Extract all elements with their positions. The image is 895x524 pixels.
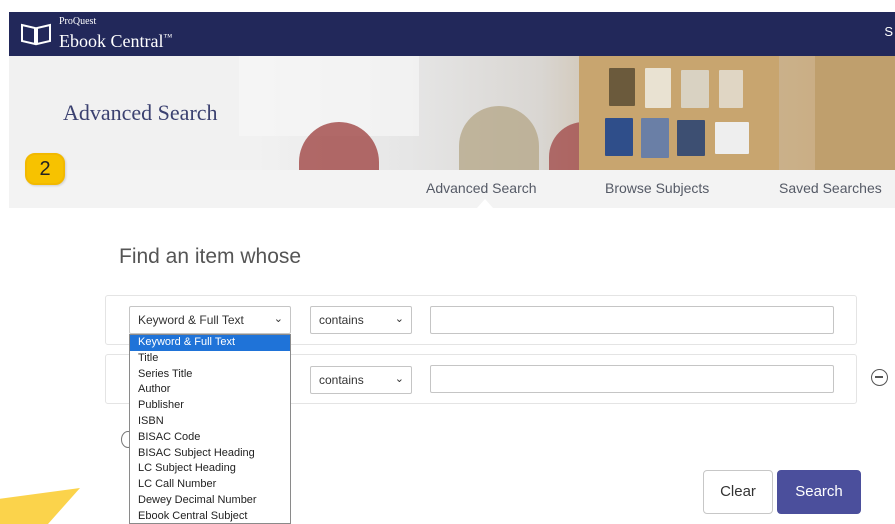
dropdown-option[interactable]: BISAC Subject Heading	[130, 446, 290, 462]
dropdown-option[interactable]: LC Call Number	[130, 477, 290, 493]
chevron-down-icon: ⌄	[394, 373, 404, 385]
operator-select-value: contains	[319, 373, 364, 387]
banner-bookshelf-graphic	[815, 56, 895, 170]
chevron-down-icon: ⌄	[273, 313, 283, 325]
dropdown-option[interactable]: Dewey Decimal Number	[130, 493, 290, 509]
dropdown-option[interactable]: ISBN	[130, 414, 290, 430]
search-term-input[interactable]	[430, 306, 834, 334]
page-header-banner: Advanced Search	[9, 56, 895, 170]
brand-name: Ebook Central™	[59, 31, 173, 51]
active-tab-indicator	[477, 199, 493, 208]
field-select-value: Keyword & Full Text	[138, 313, 244, 327]
dropdown-option[interactable]: Publisher	[130, 398, 290, 414]
banner-book-graphic	[609, 68, 635, 106]
operator-select[interactable]: contains ⌄	[310, 366, 412, 394]
search-form-heading: Find an item whose	[119, 245, 302, 268]
chevron-down-icon: ⌄	[394, 313, 404, 325]
brand-provider: ProQuest	[59, 16, 97, 27]
banner-book-graphic	[641, 118, 669, 158]
tab-advanced-search[interactable]: Advanced Search	[426, 180, 537, 196]
banner-book-graphic	[645, 68, 671, 108]
dropdown-option[interactable]: BISAC Code	[130, 430, 290, 446]
dropdown-option[interactable]: LC Subject Heading	[130, 461, 290, 477]
dropdown-option[interactable]: Author	[130, 382, 290, 398]
top-navigation-bar: ProQuest Ebook Central™ S	[9, 12, 895, 56]
search-button[interactable]: Search	[777, 470, 861, 514]
banner-book-graphic	[719, 70, 743, 108]
page-title: Advanced Search	[63, 100, 218, 125]
remove-row-icon[interactable]	[871, 369, 888, 386]
operator-select-value: contains	[319, 313, 364, 327]
field-dropdown-list: Keyword & Full Text Title Series Title A…	[129, 334, 291, 524]
banner-book-graphic	[715, 122, 749, 154]
dropdown-option[interactable]: Series Title	[130, 367, 290, 383]
tab-browse-subjects[interactable]: Browse Subjects	[605, 180, 709, 196]
search-tabs-bar: Advanced Search Browse Subjects Saved Se…	[9, 170, 895, 208]
field-select[interactable]: Keyword & Full Text ⌄	[129, 306, 291, 334]
top-right-menu-item[interactable]: S	[884, 24, 893, 39]
callout-arrow-graphic	[0, 488, 80, 524]
banner-book-graphic	[681, 70, 709, 108]
open-book-icon	[21, 23, 51, 45]
banner-book-graphic	[605, 118, 633, 156]
banner-chair-graphic	[459, 106, 539, 170]
dropdown-option[interactable]: Keyword & Full Text	[130, 335, 290, 351]
page-left-margin	[0, 0, 9, 524]
brand-logo[interactable]: ProQuest Ebook Central™	[19, 16, 172, 51]
operator-select[interactable]: contains ⌄	[310, 306, 412, 334]
dropdown-option[interactable]: Ebook Central Subject	[130, 509, 290, 523]
step-number-badge: 2	[25, 153, 65, 185]
tab-saved-searches[interactable]: Saved Searches	[779, 180, 882, 196]
clear-button[interactable]: Clear	[703, 470, 773, 514]
dropdown-option[interactable]: Title	[130, 351, 290, 367]
banner-book-graphic	[677, 120, 705, 156]
search-term-input[interactable]	[430, 365, 834, 393]
